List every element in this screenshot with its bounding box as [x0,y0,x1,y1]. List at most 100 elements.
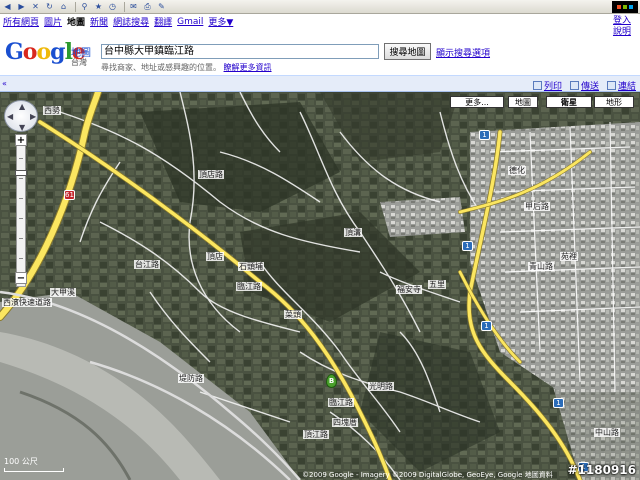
action-links: 列印 傳送 連結 [525,79,636,92]
windows-logo-icon [612,1,638,13]
more-map-types-button[interactable]: 更多... [450,96,504,108]
map-imagery [0,92,640,480]
place-label: 菜頭 [284,310,302,319]
map-nav-control: ▲ ▼ ◀ ▶ + − [4,100,38,287]
search-input[interactable]: 台中縣大甲鎮臨江路 [101,44,379,59]
gbar-link-blogsearch[interactable]: 網誌搜尋 [113,15,149,28]
maps-header: Google 地圖 台灣 台中縣大甲鎮臨江路 搜尋地圖 顯示搜尋選項 尋找商家、… [0,29,640,75]
action-bar: « 列印 傳送 連結 [0,75,640,92]
google-bar: 所有網頁 圖片 地圖 新聞 網誌搜尋 翻譯 Gmail 更多▼ 登入 說明 [0,14,640,37]
sign-in-link[interactable]: 登入 [613,16,631,27]
zoom-in-button[interactable]: + [15,134,27,146]
search-icon[interactable]: ⚲ [79,1,90,12]
print-action[interactable]: 列印 [532,79,562,92]
print-icon[interactable]: ⎙ [142,1,153,12]
collapse-panel-button[interactable]: « [2,79,7,88]
search-maps-button[interactable]: 搜尋地圖 [384,43,431,60]
gbar-link-maps[interactable]: 地圖 [67,15,85,28]
road-label: 光明路 [368,382,394,391]
pan-down-icon[interactable]: ▼ [19,123,25,132]
toolbar-separator [75,1,76,12]
zoom-slider-track[interactable] [16,137,26,287]
gbar-link-more[interactable]: 更多▼ [208,15,233,28]
route-shield: 1 [553,398,564,408]
envelope-icon [569,81,579,90]
map-view-button[interactable]: 地圖 [508,96,538,108]
route-shield: 1 [462,241,473,251]
zoom-tick [19,258,23,259]
send-link[interactable]: 傳送 [581,79,599,92]
road-label: 頂江路 [303,430,329,439]
search-options-link[interactable]: 顯示搜尋選項 [436,46,490,59]
place-label: 福安寺 [396,285,422,294]
place-label: 四塊厝 [332,418,358,427]
refresh-icon[interactable]: ↻ [44,1,55,12]
road-label: 臨江路 [236,282,262,291]
road-label: 頂店路 [198,170,224,179]
gbar-link-images[interactable]: 圖片 [44,15,62,28]
forward-icon[interactable]: ▶ [16,1,27,12]
road-label: 青山路 [528,262,554,271]
place-label: 苑裡 [560,252,578,261]
zoom-tick [19,158,23,159]
link-link[interactable]: 連結 [618,79,636,92]
printer-icon [532,81,542,90]
place-label: 德化 [508,166,526,175]
factory-area [380,197,465,237]
home-icon[interactable]: ⌂ [58,1,69,12]
gbar-link-translate[interactable]: 翻譯 [154,15,172,28]
place-label: 五里 [428,280,446,289]
stop-icon[interactable]: ✕ [30,1,41,12]
place-label: 頂溝 [344,228,362,237]
place-label: 頂店 [206,252,224,261]
place-label: 大甲溪 [50,288,76,297]
zoom-tick [19,218,23,219]
favorites-icon[interactable]: ★ [93,1,104,12]
browser-toolbar: ◀ ▶ ✕ ↻ ⌂ ⚲ ★ ◷ ✉ ⎙ ✎ [0,0,640,14]
road-label: 堤防路 [178,374,204,383]
print-link[interactable]: 列印 [544,79,562,92]
gbar-link-web[interactable]: 所有網頁 [3,15,39,28]
place-label: 西勢 [43,106,61,115]
zoom-tick [19,198,23,199]
road-label: 臨江路 [328,398,354,407]
zoom-out-button[interactable]: − [15,272,27,284]
learn-more-link[interactable]: 瞭解更多資訊 [224,63,272,72]
road-label: 台江路 [134,260,160,269]
history-icon[interactable]: ◷ [107,1,118,12]
image-watermark: #1180916 [567,463,636,477]
map-scale-label: 100 公尺 [4,457,38,466]
route-shield: 1 [481,321,492,331]
marker-b-icon[interactable]: B [326,374,337,388]
link-action[interactable]: 連結 [606,79,636,92]
road-label: 西濱快速道路 [2,298,52,307]
edit-icon[interactable]: ✎ [156,1,167,12]
zoom-tick [19,238,23,239]
toolbar-separator [124,1,125,12]
pan-left-icon[interactable]: ◀ [7,112,13,121]
map-scale-bar [4,468,64,472]
satellite-map[interactable]: 更多... 地圖 衛星 地形 西勢 台江路 臨江路 石頭埔 頂店 菜頭 頂溝 福… [0,92,640,480]
back-icon[interactable]: ◀ [2,1,13,12]
gbar-link-gmail[interactable]: Gmail [177,17,203,27]
route-shield-61: 61 [64,190,75,200]
pan-up-icon[interactable]: ▲ [19,102,25,111]
zoom-slider-handle[interactable] [15,170,27,176]
chain-link-icon [606,81,616,90]
mail-icon[interactable]: ✉ [128,1,139,12]
terrain-view-button[interactable]: 地形 [594,96,634,108]
pan-right-icon[interactable]: ▶ [30,112,36,121]
satellite-view-button[interactable]: 衛星 [546,96,592,108]
zoom-tick [19,178,23,179]
map-copyright: ©2009 Google - Imagery ©2009 DigitalGlob… [302,471,553,479]
place-label: 石頭埔 [238,262,264,271]
road-label: 甲后路 [524,202,550,211]
send-action[interactable]: 傳送 [569,79,599,92]
logo-region-label: 台灣 [71,58,87,67]
search-hint-text: 尋找商家、地址或感興趣的位置。 [101,63,221,72]
route-shield: 1 [479,130,490,140]
search-hint: 尋找商家、地址或感興趣的位置。 瞭解更多資訊 [101,62,272,73]
gbar-link-news[interactable]: 新聞 [90,15,108,28]
road-label: 中山路 [594,428,620,437]
pan-control[interactable]: ▲ ▼ ◀ ▶ [4,100,38,132]
